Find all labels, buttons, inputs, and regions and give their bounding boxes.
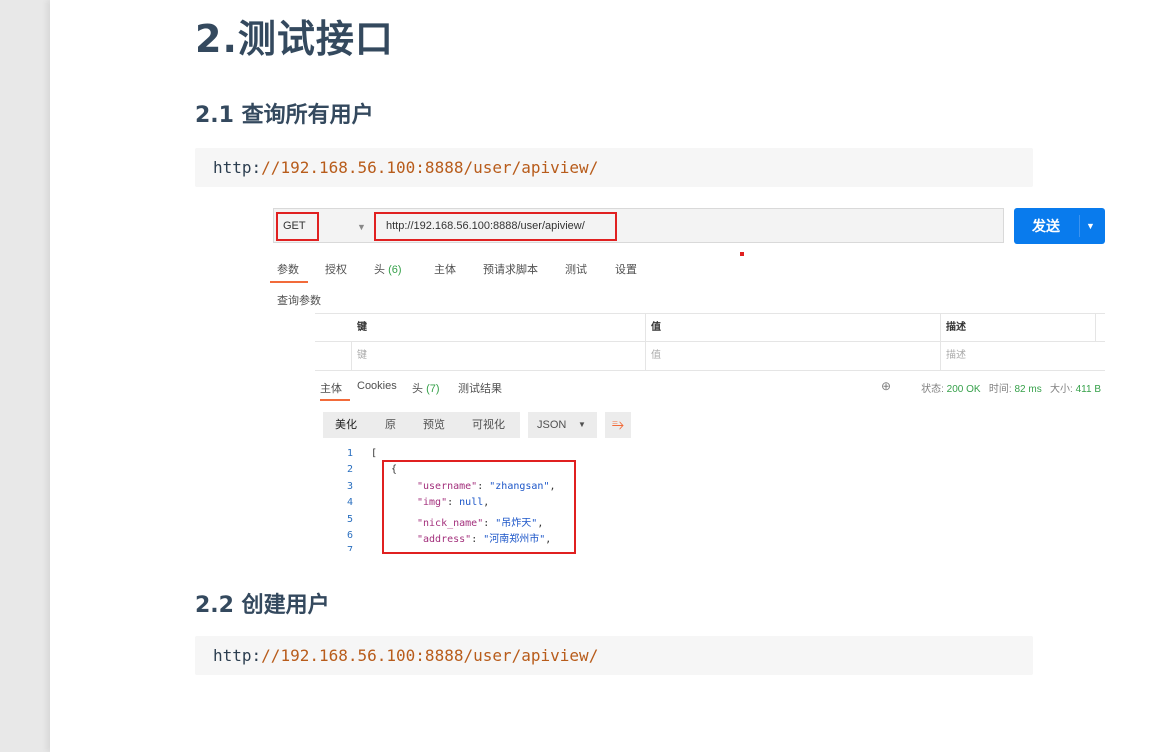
globe-icon[interactable]: ⊕ <box>881 379 891 393</box>
params-header-row: 键 值 描述 <box>315 313 1105 342</box>
tab-response-headers[interactable]: 头 (7) <box>412 380 440 396</box>
code-protocol: http: <box>213 646 262 665</box>
column-divider <box>1095 314 1096 342</box>
format-type-value: JSON <box>537 419 567 431</box>
tab-cookies[interactable]: Cookies <box>357 380 397 392</box>
tab-test-results[interactable]: 测试结果 <box>458 380 502 396</box>
status-label: 状态: <box>921 384 944 395</box>
tab-params[interactable]: 参数 <box>277 261 299 277</box>
format-visualize-button[interactable]: 可视化 <box>472 412 505 438</box>
time-label: 时间: <box>988 384 1012 395</box>
time-value: 82 ms <box>1014 384 1042 395</box>
tab-headers[interactable]: 头 (6) <box>374 261 402 277</box>
status-value: 200 OK <box>946 384 981 395</box>
tab-prerequest-script[interactable]: 预请求脚本 <box>483 261 538 277</box>
code-protocol: http: <box>213 158 262 177</box>
tab-settings[interactable]: 设置 <box>615 261 637 277</box>
line-number: 1 <box>346 448 353 459</box>
section-heading-query-users: 2.1 查询所有用户 <box>195 103 374 128</box>
tab-body[interactable]: 主体 <box>434 261 456 277</box>
code-block-create-url: http://192.168.56.100:8888/user/apiview/ <box>195 636 1033 675</box>
send-button[interactable]: 发送 ▼ <box>1014 208 1105 244</box>
param-key-input[interactable]: 键 <box>351 342 367 370</box>
send-divider <box>1079 215 1080 237</box>
tab-tests[interactable]: 测试 <box>565 261 587 277</box>
tab-headers-label: 头 <box>374 264 385 276</box>
line-number: 5 <box>346 514 353 525</box>
tab-response-headers-label: 头 <box>412 383 423 395</box>
active-tab-indicator <box>320 399 350 401</box>
chevron-down-icon: ▼ <box>578 420 586 429</box>
format-preview-button[interactable]: 预览 <box>423 412 445 438</box>
postman-screenshot: GET ▼ http://192.168.56.100:8888/user/ap… <box>265 200 1110 558</box>
tab-response-headers-count: (7) <box>426 383 440 395</box>
params-header-key: 键 <box>357 322 367 333</box>
method-select[interactable]: GET <box>276 212 319 241</box>
document-page: 2.测试接口 2.1 查询所有用户 http://192.168.56.100:… <box>50 0 1173 752</box>
tab-headers-count: (6) <box>388 264 402 276</box>
tab-response-body[interactable]: 主体 <box>320 380 342 396</box>
section-heading-create-user: 2.2 创建用户 <box>195 593 330 618</box>
json-highlight-box <box>382 460 576 554</box>
code-block-query-url: http://192.168.56.100:8888/user/apiview/ <box>195 148 1033 187</box>
size-label: 大小: <box>1050 384 1073 395</box>
chevron-down-icon[interactable]: ▼ <box>1086 208 1095 244</box>
line-number: 2 <box>346 464 353 475</box>
wrap-lines-icon[interactable]: ⥱ <box>605 412 631 438</box>
format-raw-button[interactable]: 原 <box>385 412 396 438</box>
format-type-select[interactable]: JSON ▼ <box>528 412 597 438</box>
request-url-bar: GET ▼ http://192.168.56.100:8888/user/ap… <box>273 208 1004 243</box>
response-status: 状态: 200 OK 时间: 82 ms 大小: 411 B <box>921 380 1101 395</box>
params-header-value: 值 <box>651 322 661 333</box>
tab-auth[interactable]: 授权 <box>325 261 347 277</box>
red-marker <box>740 252 744 256</box>
code-path: //192.168.56.100:8888/user/apiview/ <box>261 646 599 665</box>
params-header-description: 描述 <box>946 322 966 333</box>
format-pretty-button[interactable]: 美化 <box>335 412 357 438</box>
chevron-down-icon: ▼ <box>357 222 366 232</box>
format-segmented-control: 美化 原 预览 可视化 <box>323 412 520 438</box>
params-input-row: 键 值 描述 <box>315 341 1105 371</box>
active-tab-indicator <box>270 281 308 283</box>
page-title: 2.测试接口 <box>195 17 394 61</box>
line-number: 3 <box>346 481 353 492</box>
send-label: 发送 <box>1032 218 1060 234</box>
code-path: //192.168.56.100:8888/user/apiview/ <box>261 158 599 177</box>
code-line: [ <box>371 448 378 459</box>
size-value: 411 B <box>1075 384 1101 395</box>
line-number: 4 <box>346 497 353 508</box>
param-description-input[interactable]: 描述 <box>940 342 966 370</box>
line-number: 7 <box>346 545 353 551</box>
line-number: 6 <box>346 530 353 541</box>
url-input[interactable]: http://192.168.56.100:8888/user/apiview/ <box>374 212 617 241</box>
query-params-label: 查询参数 <box>277 295 321 307</box>
param-value-input[interactable]: 值 <box>645 342 661 370</box>
